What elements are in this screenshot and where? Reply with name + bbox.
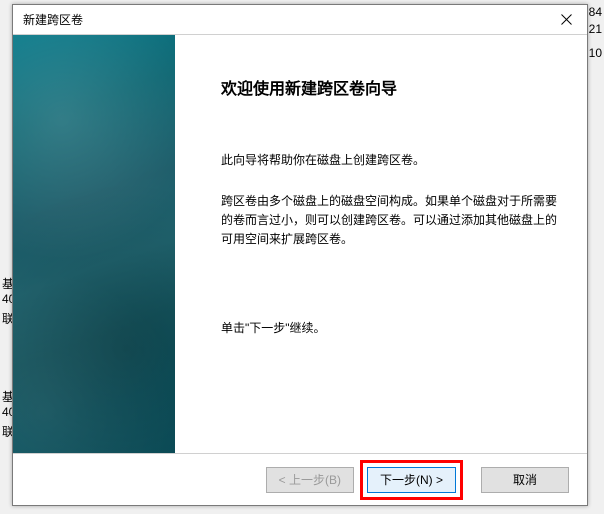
- close-icon: [561, 14, 572, 25]
- bg-text: 21: [589, 22, 602, 36]
- bg-text: 10: [589, 46, 602, 60]
- window-title: 新建跨区卷: [23, 11, 83, 28]
- close-button[interactable]: [545, 5, 587, 35]
- next-button[interactable]: 下一步(N) >: [367, 467, 456, 493]
- wizard-para-3: 单击"下一步"继续。: [221, 319, 559, 338]
- wizard-dialog: 新建跨区卷 欢迎使用新建跨区卷向导 此向导将帮助你在磁盘上创建跨区卷。 跨区卷由…: [12, 4, 588, 506]
- wizard-heading: 欢迎使用新建跨区卷向导: [221, 77, 559, 103]
- wizard-sidebar-image: [13, 35, 175, 453]
- wizard-para-1: 此向导将帮助你在磁盘上创建跨区卷。: [221, 151, 559, 170]
- wizard-para-2: 跨区卷由多个磁盘上的磁盘空间构成。如果单个磁盘对于所需要的卷而言过小，则可以创建…: [221, 192, 559, 250]
- next-button-highlight: 下一步(N) >: [360, 460, 463, 500]
- dialog-content: 欢迎使用新建跨区卷向导 此向导将帮助你在磁盘上创建跨区卷。 跨区卷由多个磁盘上的…: [13, 35, 587, 453]
- back-button: < 上一步(B): [266, 467, 354, 493]
- titlebar: 新建跨区卷: [13, 5, 587, 35]
- button-row: < 上一步(B) 下一步(N) > 取消: [13, 453, 587, 505]
- wizard-main-panel: 欢迎使用新建跨区卷向导 此向导将帮助你在磁盘上创建跨区卷。 跨区卷由多个磁盘上的…: [175, 35, 587, 453]
- bg-text: 84: [589, 5, 602, 19]
- cancel-button[interactable]: 取消: [481, 467, 569, 493]
